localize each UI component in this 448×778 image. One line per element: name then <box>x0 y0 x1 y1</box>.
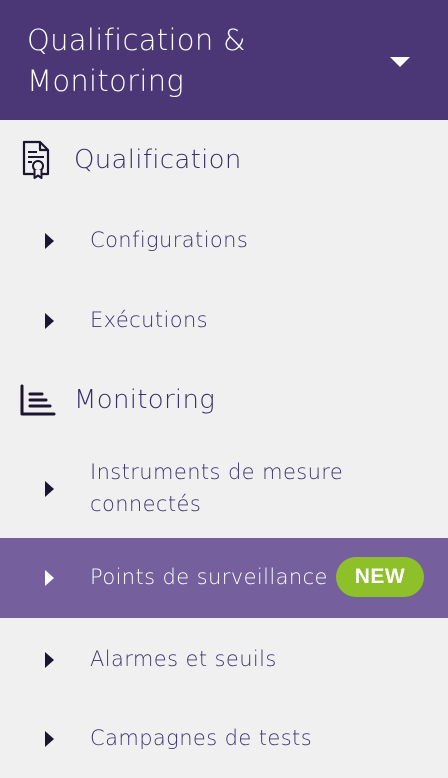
caret-right-icon <box>45 570 54 586</box>
menu-item-campagnes[interactable]: Campagnes de tests <box>0 698 448 778</box>
bar-chart-icon <box>20 380 56 420</box>
menu-item-label: Campagnes de tests <box>90 726 313 750</box>
section-monitoring[interactable]: Monitoring <box>0 360 448 440</box>
menu-item-instruments[interactable]: Instruments de mesure connectés <box>0 440 448 538</box>
caret-right-icon <box>45 652 54 668</box>
new-badge: NEW <box>336 557 424 597</box>
section-qualification[interactable]: Qualification <box>0 120 448 200</box>
menu-item-label: Configurations <box>90 228 249 252</box>
menu-item-alarmes[interactable]: Alarmes et seuils <box>0 618 448 698</box>
menu-item-points-de-surveillance[interactable]: Points de surveillance NEW <box>0 538 448 618</box>
caret-right-icon <box>45 731 54 747</box>
menu-item-configurations[interactable]: Configurations <box>0 200 448 280</box>
caret-right-icon <box>45 233 54 249</box>
chevron-down-icon[interactable] <box>390 57 410 67</box>
caret-right-icon <box>45 481 54 497</box>
menu-item-label: Points de surveillance <box>90 565 328 589</box>
menu-item-executions[interactable]: Exécutions <box>0 280 448 360</box>
menu-item-label: Alarmes et seuils <box>90 647 277 671</box>
menu-item-label: Exécutions <box>90 308 208 332</box>
certificate-document-icon <box>20 140 56 180</box>
section-label: Monitoring <box>74 385 216 415</box>
menu-title: Qualification & Monitoring <box>27 23 246 98</box>
menu-item-label: Instruments de mesure connectés <box>90 460 344 516</box>
caret-right-icon <box>45 313 54 329</box>
menu-header[interactable]: Qualification & Monitoring <box>0 0 448 120</box>
section-label: Qualification <box>74 145 242 175</box>
